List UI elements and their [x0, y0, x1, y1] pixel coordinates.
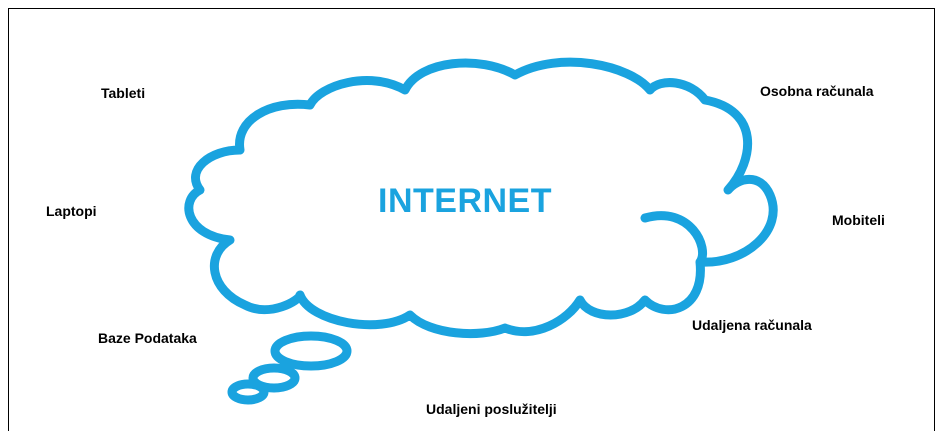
- thought-bubble-small: [227, 379, 269, 405]
- label-laptopi: Laptopi: [46, 203, 97, 219]
- label-tableti: Tableti: [101, 85, 146, 101]
- thought-bubble-large: [270, 331, 352, 371]
- diagram-canvas: INTERNET Tableti Laptopi Baze Podataka O…: [0, 0, 937, 431]
- label-osobna-racunala: Osobna računala: [760, 83, 874, 99]
- label-udaljeni-posluzitelji: Udaljeni poslužitelji: [426, 401, 557, 417]
- internet-title: INTERNET: [378, 182, 552, 220]
- label-mobiteli: Mobiteli: [832, 212, 885, 228]
- label-baze-podataka: Baze Podataka: [98, 330, 197, 346]
- label-udaljena-racunala: Udaljena računala: [692, 317, 812, 333]
